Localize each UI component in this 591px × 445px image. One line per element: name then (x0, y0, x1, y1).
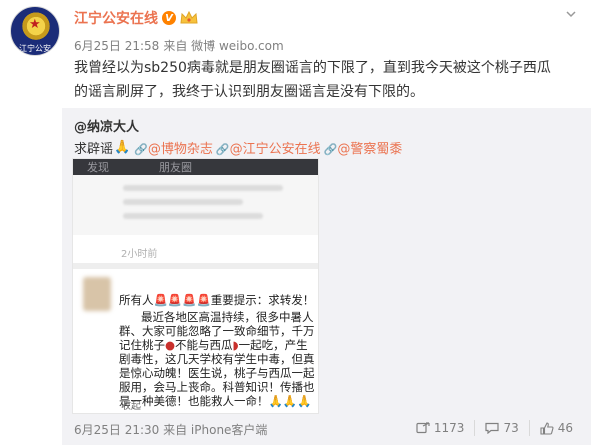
repost-footer: 6月25日 21:30 来自 iPhone客户端 1173 73 46 (62, 418, 591, 445)
peach-icon: ● (165, 338, 176, 352)
repost-author[interactable]: @纳凉大人 (74, 116, 139, 135)
crown-icon[interactable] (180, 11, 198, 25)
chevron-down-icon[interactable] (565, 8, 577, 20)
link-icon: 🔗 (134, 143, 148, 156)
link-icon: 🔗 (215, 143, 230, 156)
moment-time: 2小时前 (121, 249, 158, 260)
verified-v-icon[interactable]: V (162, 11, 176, 25)
like-count: 46 (557, 421, 573, 435)
pray-icon: 🙏 (114, 140, 131, 155)
repost-box: @纳凉大人 求辟谣 🙏 🔗@博物杂志 🔗@江宁公安在线 🔗@警察蜀黍 发现 朋友… (62, 108, 591, 445)
moment-body: 最近各地区高温持续，很多中暑人群、大家可能忽略了一致命细节，千万记住桃子●不能与… (119, 310, 315, 408)
phone-nav-bar: 发现 朋友圈 (73, 159, 318, 175)
mention-link[interactable]: 🔗@江宁公安在线 (216, 138, 321, 157)
mention-link[interactable]: 🔗@博物杂志 (134, 138, 213, 157)
like-button[interactable]: 46 (528, 420, 583, 436)
forward-icon (416, 422, 430, 434)
post-meta: 6月25日 21:58 来自 微博 weibo.com (74, 37, 284, 54)
author-name[interactable]: 江宁公安在线 (74, 8, 158, 28)
blurred-header (73, 175, 318, 235)
forward-button[interactable]: 1173 (406, 420, 475, 436)
author-row: 江宁公安在线 V (74, 8, 198, 28)
moment-alert: 重要提示：求转发！ (210, 293, 315, 307)
action-bar: 1173 73 46 (406, 420, 583, 436)
collapse-label: 收起 (121, 401, 141, 412)
post-time[interactable]: 6月25日 21:58 (74, 37, 159, 54)
star-icon: ★ (29, 17, 41, 32)
repost-time[interactable]: 6月25日 21:30 来自 iPhone客户端 (74, 421, 267, 438)
pray-icon: 🙏🙏🙏 (268, 394, 312, 408)
moment-text: 所有人🚨🚨🚨🚨重要提示：求转发！ 最近各地区高温持续，很多中暑人群、大家可能忽略… (119, 293, 315, 408)
post-source[interactable]: 来自 微博 weibo.com (163, 37, 283, 54)
repost-text: 求辟谣 🙏 🔗@博物杂志 🔗@江宁公安在线 🔗@警察蜀黍 (74, 138, 402, 157)
link-icon: 🔗 (323, 143, 338, 156)
divider (73, 263, 318, 269)
forward-count: 1173 (433, 421, 465, 435)
attached-screenshot[interactable]: 发现 朋友圈 2小时前 所有人🚨🚨🚨🚨重要提示：求转发！ 最近各地区高温持续，很… (72, 158, 319, 414)
moment-lead: 所有人 (119, 293, 154, 307)
nav-title: 朋友圈 (159, 161, 192, 174)
comment-icon (485, 422, 500, 434)
blurred-avatar (83, 277, 111, 311)
post-text: 我曾经以为sb250病毒就是朋友圈谣言的下限了，直到我今天被这个桃子西瓜的谣言刷… (74, 60, 551, 100)
siren-icon: 🚨🚨🚨🚨 (153, 293, 211, 307)
avatar-label: 江宁公安 (19, 44, 51, 53)
mention-link[interactable]: 🔗@警察蜀黍 (324, 138, 403, 157)
like-icon (540, 421, 554, 435)
comment-button[interactable]: 73 (474, 420, 528, 436)
avatar[interactable]: ★ 江宁公安 (10, 6, 60, 56)
comment-count: 73 (503, 421, 519, 435)
nav-back-label: 发现 (87, 161, 109, 174)
repost-prefix: 求辟谣 (74, 142, 114, 157)
